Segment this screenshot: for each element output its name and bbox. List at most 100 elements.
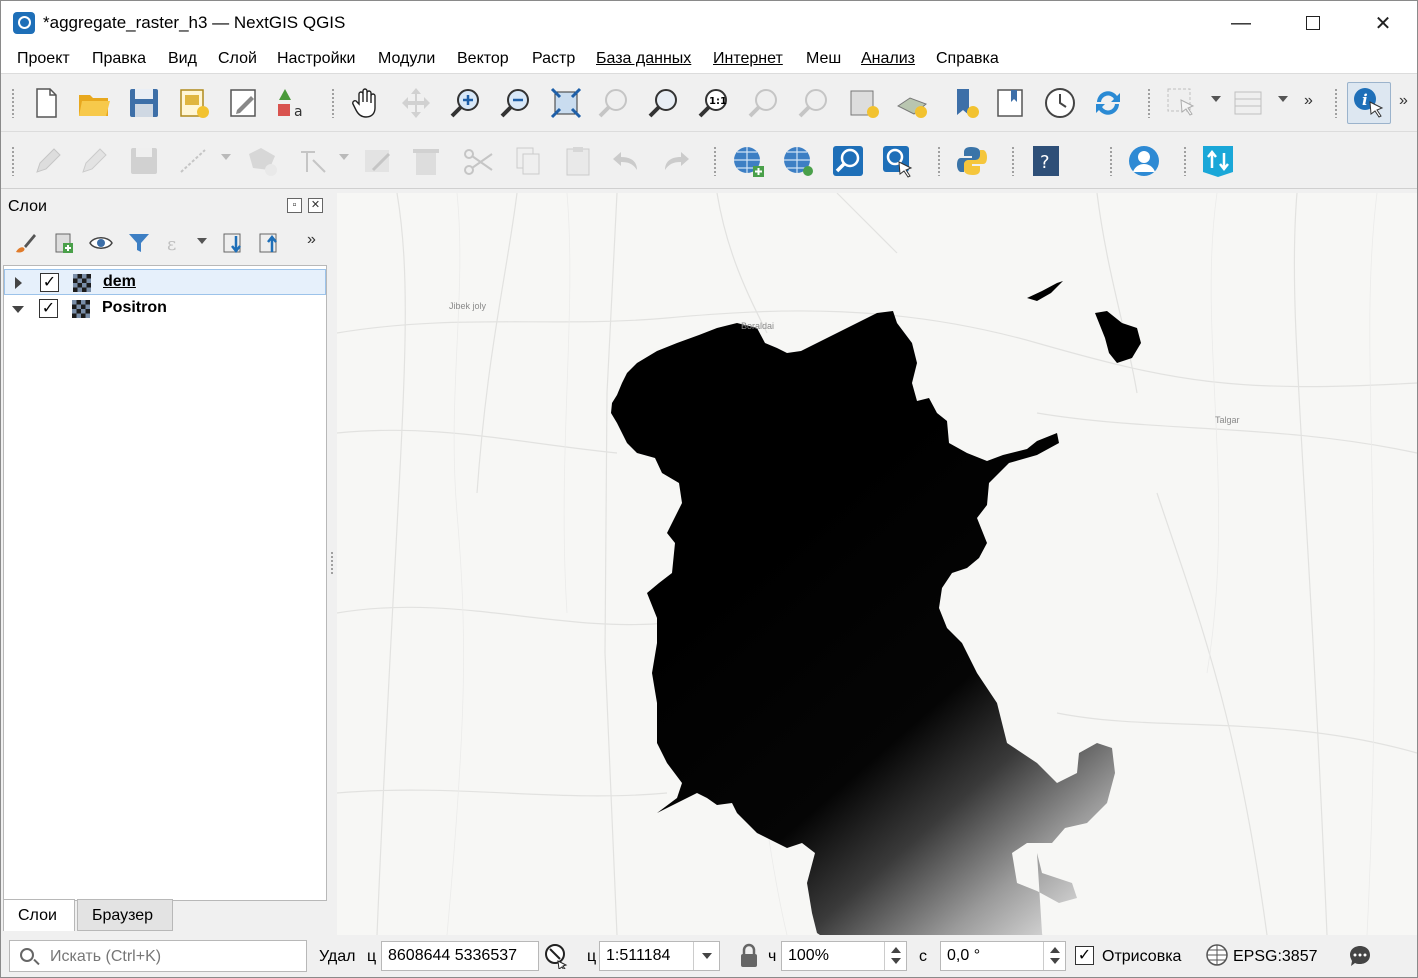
- menu-view[interactable]: Вид: [168, 50, 197, 68]
- menu-edit[interactable]: Правка: [92, 50, 146, 68]
- panel-splitter-handle[interactable]: [330, 551, 334, 575]
- zoom-to-selection-button[interactable]: [595, 84, 633, 122]
- manage-visibility-button[interactable]: [87, 229, 115, 257]
- zoom-native-button[interactable]: 1:1: [695, 84, 733, 122]
- float-panel-button[interactable]: ▫: [287, 198, 302, 213]
- vertex-tool-dropdown[interactable]: [339, 154, 349, 160]
- menu-raster[interactable]: Растр: [532, 50, 575, 68]
- vertex-tool-button[interactable]: [295, 142, 333, 180]
- map-canvas[interactable]: Jibek joly Boraldai Talgar: [337, 193, 1417, 935]
- new-print-layout-button[interactable]: [175, 84, 213, 122]
- quick-search-button[interactable]: [829, 142, 867, 180]
- redo-button[interactable]: [657, 142, 695, 180]
- toolbar-grip[interactable]: [1109, 146, 1113, 176]
- crs-button[interactable]: [1205, 943, 1229, 969]
- expand-all-button[interactable]: [219, 229, 247, 257]
- expand-arrow-icon[interactable]: [15, 277, 22, 289]
- menu-database[interactable]: База данных: [596, 50, 691, 68]
- select-features-button[interactable]: [1163, 84, 1201, 122]
- attribute-table-button[interactable]: [1229, 84, 1267, 122]
- filter-expression-dropdown[interactable]: [197, 238, 207, 244]
- menu-project[interactable]: Проект: [17, 50, 70, 68]
- menu-web[interactable]: Интернет: [713, 50, 783, 68]
- rotation-spinbox[interactable]: 0,0 °: [940, 941, 1066, 971]
- filter-legend-button[interactable]: [125, 229, 153, 257]
- python-console-button[interactable]: [953, 142, 991, 180]
- collapse-all-button[interactable]: [255, 229, 283, 257]
- sync-button[interactable]: [1199, 142, 1237, 180]
- toolbar-grip[interactable]: [11, 88, 15, 118]
- new-bookmark-button[interactable]: [845, 84, 883, 122]
- menu-plugins[interactable]: Модули: [378, 50, 435, 68]
- layer-visibility-checkbox[interactable]: ✓: [40, 273, 59, 292]
- magnifier-spinbox[interactable]: 100%: [781, 941, 907, 971]
- render-checkbox[interactable]: ✓: [1075, 946, 1094, 965]
- style-layer-button[interactable]: [11, 229, 39, 257]
- rotation-spin-buttons[interactable]: [1043, 942, 1065, 970]
- pan-button[interactable]: [347, 84, 385, 122]
- menu-layer[interactable]: Слой: [218, 50, 257, 68]
- identify-features-button[interactable]: i: [1347, 82, 1391, 124]
- open-project-button[interactable]: [75, 84, 113, 122]
- toolbar-grip[interactable]: [1183, 146, 1187, 176]
- lock-scale-button[interactable]: [736, 943, 762, 969]
- paste-features-button[interactable]: [559, 142, 597, 180]
- toolbar-grip[interactable]: [713, 146, 717, 176]
- show-bookmarks-button[interactable]: [893, 84, 931, 122]
- toolbar-grip[interactable]: [1147, 88, 1151, 118]
- style-manager-button[interactable]: a: [273, 84, 311, 122]
- maximize-button[interactable]: [1281, 1, 1345, 45]
- tab-browser[interactable]: Браузер: [77, 899, 173, 931]
- select-features-dropdown[interactable]: [1211, 96, 1221, 102]
- messages-button[interactable]: [1347, 943, 1373, 969]
- add-group-button[interactable]: [49, 229, 77, 257]
- menu-analysis[interactable]: Анализ: [861, 50, 915, 68]
- zoom-in-button[interactable]: [447, 84, 485, 122]
- toolbar-grip[interactable]: [331, 88, 335, 118]
- new-project-button[interactable]: [27, 84, 65, 122]
- minimize-button[interactable]: —: [1209, 1, 1273, 45]
- attribute-table-dropdown[interactable]: [1278, 96, 1288, 102]
- toolbar-grip[interactable]: [1334, 88, 1338, 118]
- zoom-out-button[interactable]: [497, 84, 535, 122]
- layer-row-positron[interactable]: ✓ Positron: [4, 296, 326, 322]
- account-button[interactable]: [1125, 142, 1163, 180]
- layer-visibility-checkbox[interactable]: ✓: [39, 299, 58, 318]
- current-edits-button[interactable]: [29, 142, 67, 180]
- menu-settings[interactable]: Настройки: [277, 50, 355, 68]
- filter-expression-button[interactable]: ε: [161, 229, 189, 257]
- toolbar-grip[interactable]: [11, 146, 15, 176]
- undo-button[interactable]: [607, 142, 645, 180]
- zoom-to-layer-button[interactable]: [645, 84, 683, 122]
- toolbar-overflow-button[interactable]: »: [1304, 92, 1313, 110]
- coordinate-field[interactable]: 8608644 5336537: [381, 941, 539, 971]
- digitize-dropdown[interactable]: [221, 154, 231, 160]
- toolbar-grip[interactable]: [937, 146, 941, 176]
- search-web-layer-button[interactable]: [779, 142, 817, 180]
- menu-vector[interactable]: Вектор: [457, 50, 509, 68]
- toolbar-grip[interactable]: [1011, 146, 1015, 176]
- layer-row-dem[interactable]: ✓ dem: [4, 269, 326, 295]
- close-panel-button[interactable]: ✕: [308, 198, 323, 213]
- pan-to-selection-button[interactable]: [397, 84, 435, 122]
- cut-features-button[interactable]: [459, 142, 497, 180]
- scale-combobox[interactable]: 1:511184: [599, 941, 720, 971]
- layout-manager-button[interactable]: [225, 84, 263, 122]
- collapse-arrow-icon[interactable]: [12, 306, 24, 313]
- add-polygon-button[interactable]: [243, 142, 281, 180]
- identify-search-button[interactable]: [879, 142, 917, 180]
- digitize-line-button[interactable]: [175, 142, 213, 180]
- zoom-full-button[interactable]: [547, 84, 585, 122]
- zoom-next-button[interactable]: [795, 84, 833, 122]
- tab-layers[interactable]: Слои: [3, 899, 75, 931]
- help-button[interactable]: ?: [1027, 142, 1065, 180]
- crs-label[interactable]: EPSG:3857: [1233, 948, 1318, 966]
- modify-attributes-button[interactable]: [359, 142, 397, 180]
- delete-selected-button[interactable]: [407, 142, 445, 180]
- close-button[interactable]: ✕: [1351, 1, 1415, 45]
- menu-mesh[interactable]: Меш: [806, 50, 841, 68]
- add-wms-layer-button[interactable]: [729, 142, 767, 180]
- menu-help[interactable]: Справка: [936, 50, 999, 68]
- magnifier-spin-buttons[interactable]: [884, 942, 906, 970]
- save-edits-button[interactable]: [125, 142, 163, 180]
